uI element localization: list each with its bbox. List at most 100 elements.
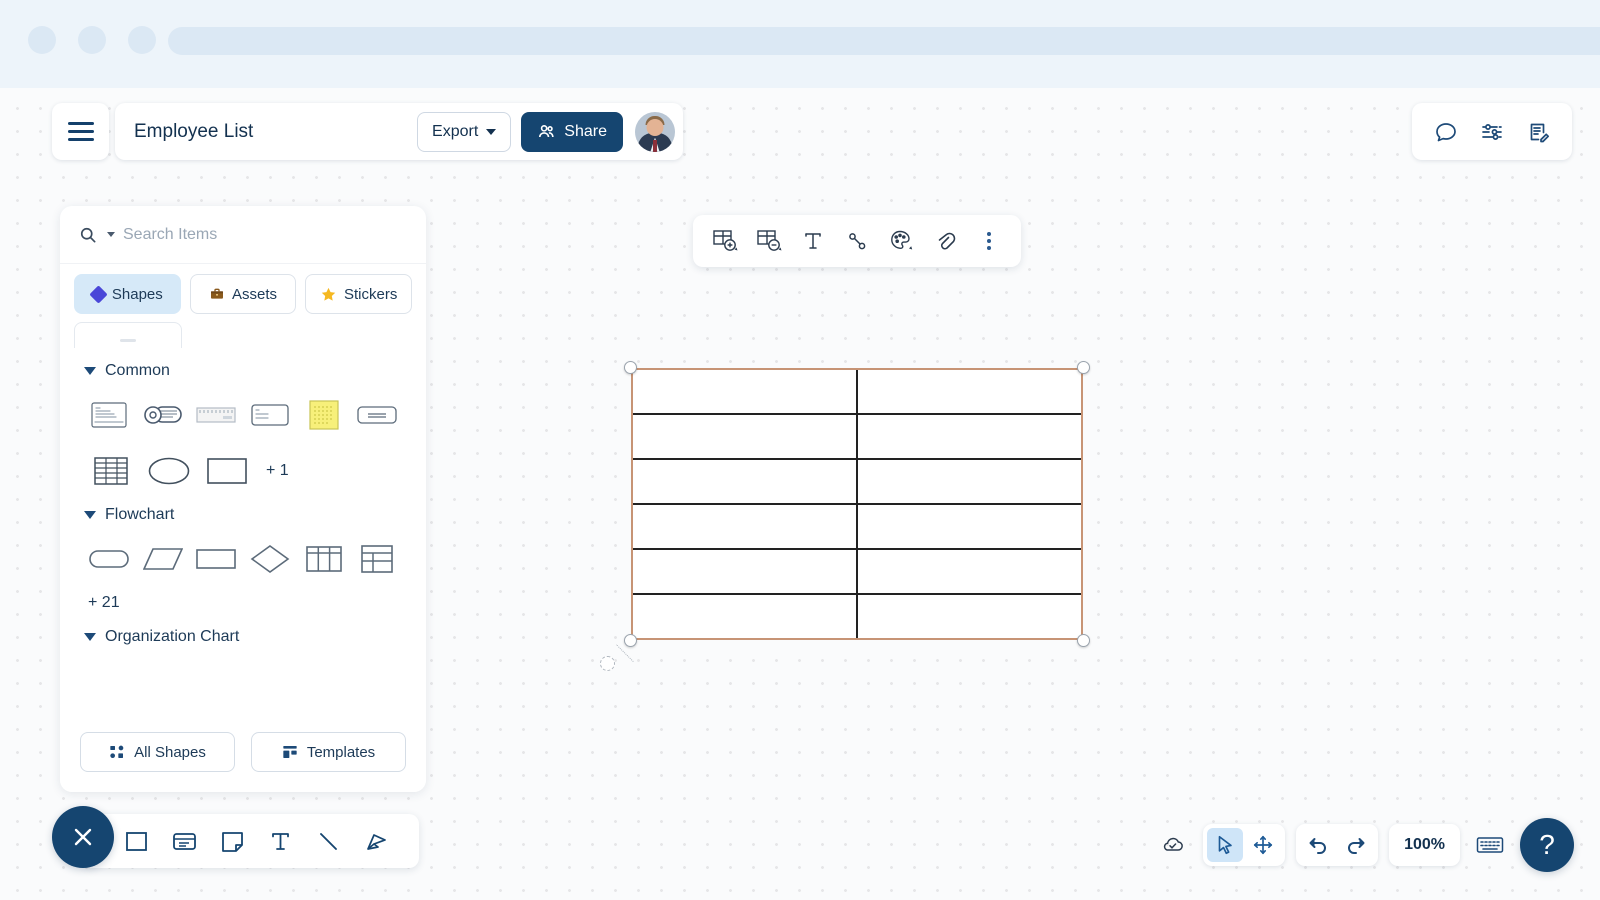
line-tool-icon[interactable]: [307, 820, 349, 862]
table-split-shape[interactable]: [350, 538, 404, 580]
pan-move-icon[interactable]: [1245, 828, 1281, 862]
tag-label-shape[interactable]: [136, 394, 190, 436]
tab-stickers-label: Stickers: [344, 285, 398, 303]
text-icon[interactable]: [793, 221, 833, 261]
selected-table-object[interactable]: [600, 361, 1090, 671]
tab-stickers[interactable]: Stickers: [305, 274, 413, 314]
comment-bubble-icon[interactable]: [1426, 112, 1466, 152]
search-filter-chevron-down-icon[interactable]: [107, 232, 115, 237]
ruler-card-shape[interactable]: [189, 394, 243, 436]
add-table-row-icon[interactable]: [705, 221, 745, 261]
search-input[interactable]: [123, 225, 408, 244]
resize-handle-bottom-right[interactable]: [1077, 634, 1090, 647]
table-cell[interactable]: [858, 415, 1081, 458]
cloud-saved-icon[interactable]: [1154, 826, 1192, 864]
table-cell[interactable]: [858, 595, 1081, 638]
table-cell[interactable]: [633, 415, 858, 458]
bottom-left-toolbar: [83, 814, 419, 868]
window-minimize-dot[interactable]: [78, 26, 106, 54]
group-header-common[interactable]: Common: [60, 362, 426, 380]
shapes-panel: Shapes Assets Stickers: [60, 206, 426, 792]
export-button[interactable]: Export: [417, 111, 512, 152]
note-card-shape[interactable]: [82, 394, 136, 436]
link-icon[interactable]: [925, 221, 965, 261]
resize-handle-top-right[interactable]: [1077, 361, 1090, 374]
connector-line-icon[interactable]: [837, 221, 877, 261]
more-options-icon[interactable]: [969, 221, 1009, 261]
window-maximize-dot[interactable]: [128, 26, 156, 54]
templates-label: Templates: [306, 743, 376, 761]
table-cell[interactable]: [633, 505, 858, 548]
table-grid[interactable]: [631, 368, 1083, 640]
object-context-toolbar: [693, 215, 1021, 267]
notes-edit-icon[interactable]: [1518, 112, 1558, 152]
common-more-count[interactable]: + 1: [256, 462, 289, 480]
browser-url-bar[interactable]: [168, 27, 1600, 55]
table-row: [633, 415, 1081, 460]
ellipse-shape[interactable]: [140, 450, 198, 492]
table-cell[interactable]: [858, 550, 1081, 593]
all-shapes-button[interactable]: All Shapes: [80, 732, 235, 772]
tab-shapes[interactable]: Shapes: [74, 274, 181, 314]
parallelogram-shape[interactable]: [136, 538, 190, 580]
resize-handle-bottom-left[interactable]: [624, 634, 637, 647]
window-close-dot[interactable]: [28, 26, 56, 54]
top-right-toolbar: [1412, 103, 1572, 160]
process-rectangle-shape[interactable]: [189, 538, 243, 580]
flowchart-more-count[interactable]: + 21: [60, 594, 426, 612]
redo-icon[interactable]: [1338, 828, 1374, 862]
cursor-select-icon[interactable]: [1207, 828, 1244, 862]
pen-tool-icon[interactable]: [355, 820, 397, 862]
share-button-label: Share: [564, 122, 607, 140]
close-x-icon: [74, 828, 92, 846]
grid-table-shape[interactable]: [82, 450, 140, 492]
remove-table-row-icon[interactable]: [749, 221, 789, 261]
group-title-flowchart: Flowchart: [105, 506, 175, 523]
shapes-grid-icon: [110, 745, 124, 758]
sticky-note-tool-icon[interactable]: [211, 820, 253, 862]
search-icon[interactable]: [78, 225, 98, 245]
table-cell[interactable]: [858, 460, 1081, 503]
table-cell[interactable]: [633, 595, 858, 638]
text-tool-icon[interactable]: [259, 820, 301, 862]
tab-assets[interactable]: Assets: [189, 274, 297, 314]
table-cell[interactable]: [858, 370, 1081, 413]
table-cell[interactable]: [858, 505, 1081, 548]
avatar[interactable]: [635, 111, 675, 152]
table-three-column-shape[interactable]: [297, 538, 351, 580]
terminator-shape[interactable]: [82, 538, 136, 580]
decision-diamond-shape[interactable]: [243, 538, 297, 580]
table-cell[interactable]: [633, 550, 858, 593]
hamburger-menu-icon[interactable]: [52, 103, 109, 160]
rectangle-tool-icon[interactable]: [115, 820, 157, 862]
undo-icon[interactable]: [1300, 828, 1336, 862]
sticky-note-shape[interactable]: [297, 394, 351, 436]
people-icon: [539, 125, 554, 138]
rectangle-shape[interactable]: [198, 450, 256, 492]
keyboard-shortcuts-icon[interactable]: [1471, 826, 1509, 864]
group-header-organization-chart[interactable]: Organization Chart: [60, 628, 426, 646]
zoom-level[interactable]: 100%: [1389, 824, 1460, 866]
color-palette-icon[interactable]: [881, 221, 921, 261]
group-header-flowchart[interactable]: Flowchart: [60, 506, 426, 524]
table-row: [633, 595, 1081, 638]
share-button[interactable]: Share: [521, 111, 623, 152]
group-title-organization-chart: Organization Chart: [105, 628, 240, 645]
rounded-card-shape[interactable]: [350, 394, 404, 436]
small-card-shape[interactable]: [243, 394, 297, 436]
close-toolbar-button[interactable]: [52, 806, 114, 868]
diamond-icon: [89, 284, 108, 304]
history-group: [1296, 824, 1379, 866]
tab-shapes-label: Shapes: [111, 285, 163, 303]
help-button[interactable]: ?: [1520, 818, 1574, 872]
table-cell[interactable]: [633, 460, 858, 503]
pointer-mode-group: [1203, 824, 1286, 866]
category-chip-peek[interactable]: [74, 322, 182, 348]
sliders-settings-icon[interactable]: [1472, 112, 1512, 152]
rotate-handle[interactable]: [600, 656, 615, 671]
table-cell[interactable]: [633, 370, 858, 413]
shapes-scroll-area[interactable]: Common + 1 Flowchart + 21 Organization C…: [60, 348, 426, 718]
templates-button[interactable]: Templates: [251, 732, 406, 772]
card-tool-icon[interactable]: [163, 820, 205, 862]
resize-handle-top-left[interactable]: [624, 361, 637, 374]
